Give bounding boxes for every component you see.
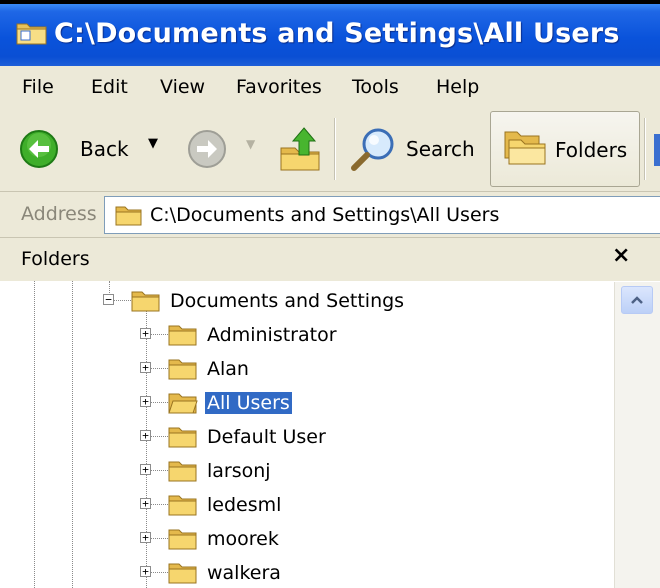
- folders-icon: [504, 131, 546, 165]
- tree-item-ledesml[interactable]: ledesml: [205, 494, 283, 516]
- folders-pane-title: Folders: [21, 248, 90, 270]
- expand-expander-icon[interactable]: +: [140, 498, 151, 509]
- expand-expander-icon[interactable]: +: [140, 464, 151, 475]
- menu-edit[interactable]: Edit: [91, 76, 128, 98]
- up-folder-icon: [280, 127, 320, 171]
- collapse-expander-icon[interactable]: −: [103, 294, 114, 305]
- forward-dropdown-icon[interactable]: ▼: [246, 137, 255, 151]
- folder-tree: − Documents and Settings + Administrator…: [0, 281, 660, 588]
- menu-help[interactable]: Help: [436, 76, 479, 98]
- folders-label: Folders: [555, 138, 628, 162]
- folder-icon: [168, 461, 197, 482]
- tree-guide-line: [146, 309, 147, 588]
- back-dropdown-icon[interactable]: ▼: [148, 136, 158, 151]
- toolbar-separator: [334, 118, 336, 180]
- expand-expander-icon[interactable]: +: [140, 532, 151, 543]
- folders-button[interactable]: Folders: [490, 111, 640, 187]
- menu-file[interactable]: File: [22, 76, 54, 98]
- tree-scrollbar[interactable]: [614, 282, 660, 588]
- standard-toolbar: Back ▼ ▼ Search Folders: [0, 108, 660, 192]
- forward-button[interactable]: ▼: [186, 128, 266, 172]
- forward-arrow-icon: [188, 130, 226, 168]
- views-button-edge[interactable]: [654, 134, 660, 166]
- expand-expander-icon[interactable]: +: [140, 362, 151, 373]
- tree-guide-line: [72, 281, 73, 588]
- tree-item-administrator[interactable]: Administrator: [205, 324, 339, 346]
- chevron-up-icon: [631, 296, 643, 304]
- search-button[interactable]: Search: [348, 124, 478, 176]
- tree-item-default-user[interactable]: Default User: [205, 426, 328, 448]
- open-folder-icon: [168, 393, 198, 414]
- menu-favorites[interactable]: Favorites: [236, 76, 322, 98]
- menu-bar: File Edit View Favorites Tools Help: [0, 66, 660, 109]
- title-bar[interactable]: C:\Documents and Settings\All Users: [0, 4, 660, 66]
- back-button[interactable]: Back ▼: [18, 128, 168, 172]
- tree-item-all-users[interactable]: All Users: [205, 392, 292, 414]
- back-arrow-icon: [20, 130, 58, 168]
- folder-window-icon: [16, 18, 48, 50]
- back-label: Back: [80, 137, 129, 161]
- menu-view[interactable]: View: [160, 76, 205, 98]
- close-icon[interactable]: ×: [612, 243, 630, 268]
- tree-item-documents-and-settings[interactable]: Documents and Settings: [168, 290, 406, 312]
- expand-expander-icon[interactable]: +: [140, 396, 151, 407]
- folder-icon: [168, 359, 197, 380]
- folders-pane-header: Folders ×: [0, 238, 660, 281]
- address-label: Address: [21, 203, 97, 225]
- toolbar-separator: [644, 118, 646, 180]
- tree-item-walkera[interactable]: walkera: [205, 562, 283, 584]
- up-folder-button[interactable]: [278, 124, 324, 176]
- tree-item-moorek[interactable]: moorek: [205, 528, 281, 550]
- menu-tools[interactable]: Tools: [352, 76, 399, 98]
- folder-icon: [168, 427, 197, 448]
- expand-expander-icon[interactable]: +: [140, 430, 151, 441]
- scroll-up-button[interactable]: [621, 286, 653, 314]
- folder-icon: [168, 563, 197, 584]
- address-folder-icon: [115, 206, 142, 226]
- address-value: C:\Documents and Settings\All Users: [150, 204, 500, 226]
- window-title: C:\Documents and Settings\All Users: [54, 18, 620, 49]
- tree-item-alan[interactable]: Alan: [205, 358, 251, 380]
- expand-expander-icon[interactable]: +: [140, 328, 151, 339]
- folder-icon: [168, 495, 197, 516]
- expand-expander-icon[interactable]: +: [140, 566, 151, 577]
- search-label: Search: [406, 137, 475, 161]
- address-input[interactable]: C:\Documents and Settings\All Users: [104, 196, 660, 234]
- tree-guide-line: [34, 281, 35, 588]
- folder-icon: [131, 291, 160, 312]
- folder-icon: [168, 325, 197, 346]
- tree-item-larsonj[interactable]: larsonj: [205, 460, 273, 482]
- address-bar: Address C:\Documents and Settings\All Us…: [0, 192, 660, 238]
- search-magnifier-icon: [351, 128, 394, 171]
- folder-icon: [168, 529, 197, 550]
